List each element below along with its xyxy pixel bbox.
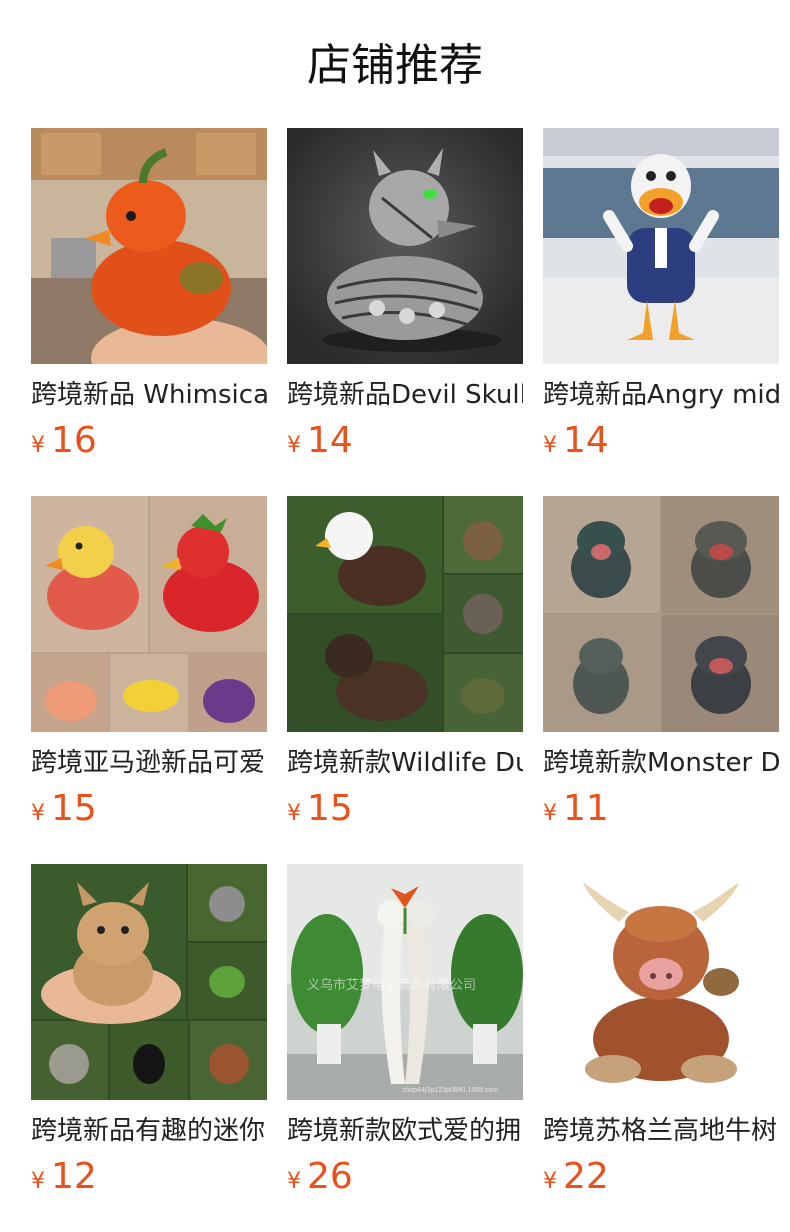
product-price: ¥16: [31, 418, 267, 464]
currency-symbol: ¥: [287, 433, 301, 458]
currency-symbol: ¥: [31, 433, 45, 458]
price-value: 22: [563, 1156, 609, 1197]
product-card[interactable]: 跨境亚马逊新品可爱 ¥15: [31, 496, 267, 832]
price-value: 11: [563, 788, 609, 829]
product-price: ¥14: [287, 418, 523, 464]
currency-symbol: ¥: [31, 1169, 45, 1194]
price-value: 16: [51, 420, 97, 461]
product-price: ¥14: [543, 418, 779, 464]
product-title[interactable]: 跨境新款Wildlife Du: [287, 746, 523, 780]
product-image[interactable]: [31, 496, 267, 732]
product-image[interactable]: [31, 864, 267, 1100]
product-title[interactable]: 跨境新款欧式爱的拥: [287, 1114, 523, 1148]
watermark-text: 义乌市艾梦电子商务有限公司: [307, 977, 476, 992]
product-price: ¥15: [31, 786, 267, 832]
product-price: ¥12: [31, 1154, 267, 1200]
product-title[interactable]: 跨境新品 Whimsical: [31, 378, 267, 412]
product-card[interactable]: 跨境新款Wildlife Du ¥15: [287, 496, 523, 832]
price-value: 15: [51, 788, 97, 829]
currency-symbol: ¥: [543, 433, 557, 458]
product-card[interactable]: 跨境新品Angry mid ¥14: [543, 128, 779, 464]
product-image[interactable]: [31, 128, 267, 364]
product-grid: 跨境新品 Whimsical ¥16 跨境新品Devil Skull ¥ 14 …: [31, 128, 779, 1200]
product-image[interactable]: [543, 496, 779, 732]
product-image[interactable]: [287, 496, 523, 732]
price-value: 12: [51, 1156, 97, 1197]
product-image[interactable]: [287, 128, 523, 364]
product-image[interactable]: [543, 128, 779, 364]
currency-symbol: ¥: [31, 801, 45, 826]
product-card[interactable]: 跨境新款Monster D ¥11: [543, 496, 779, 832]
product-card[interactable]: 跨境新品Devil Skull ¥14: [287, 128, 523, 464]
page-title: 店铺推荐: [307, 40, 483, 91]
product-price: ¥11: [543, 786, 779, 832]
currency-symbol: ¥: [543, 801, 557, 826]
product-title[interactable]: 跨境新款Monster D: [543, 746, 779, 780]
currency-symbol: ¥: [543, 1169, 557, 1194]
product-title[interactable]: 跨境亚马逊新品可爱: [31, 746, 267, 780]
price-value: 14: [307, 420, 353, 461]
product-price: ¥26: [287, 1154, 523, 1200]
product-title[interactable]: 跨境苏格兰高地牛树: [543, 1114, 779, 1148]
product-card[interactable]: 跨境苏格兰高地牛树 ¥22: [543, 864, 779, 1200]
product-price: ¥22: [543, 1154, 779, 1200]
product-card[interactable]: 义乌市艾梦电子商务有限公司 shop44j3p123p0840.1688.com…: [287, 864, 523, 1200]
product-image[interactable]: [543, 864, 779, 1100]
product-card[interactable]: 跨境新品有趣的迷你 ¥12: [31, 864, 267, 1200]
price-value: 26: [307, 1156, 353, 1197]
product-price: ¥15: [287, 786, 523, 832]
watermark-shop: shop44j3p123p0840.1688.com: [402, 1087, 498, 1094]
currency-symbol: ¥: [287, 1169, 301, 1194]
product-title[interactable]: 跨境新品Angry mid: [543, 378, 779, 412]
product-title[interactable]: 跨境新品Devil Skull: [287, 378, 523, 412]
price-value: 15: [307, 788, 353, 829]
product-image[interactable]: 义乌市艾梦电子商务有限公司 shop44j3p123p0840.1688.com: [287, 864, 523, 1100]
product-card[interactable]: 跨境新品 Whimsical ¥16: [31, 128, 267, 464]
currency-symbol: ¥: [287, 801, 301, 826]
price-value: 14: [563, 420, 609, 461]
product-title[interactable]: 跨境新品有趣的迷你: [31, 1114, 267, 1148]
